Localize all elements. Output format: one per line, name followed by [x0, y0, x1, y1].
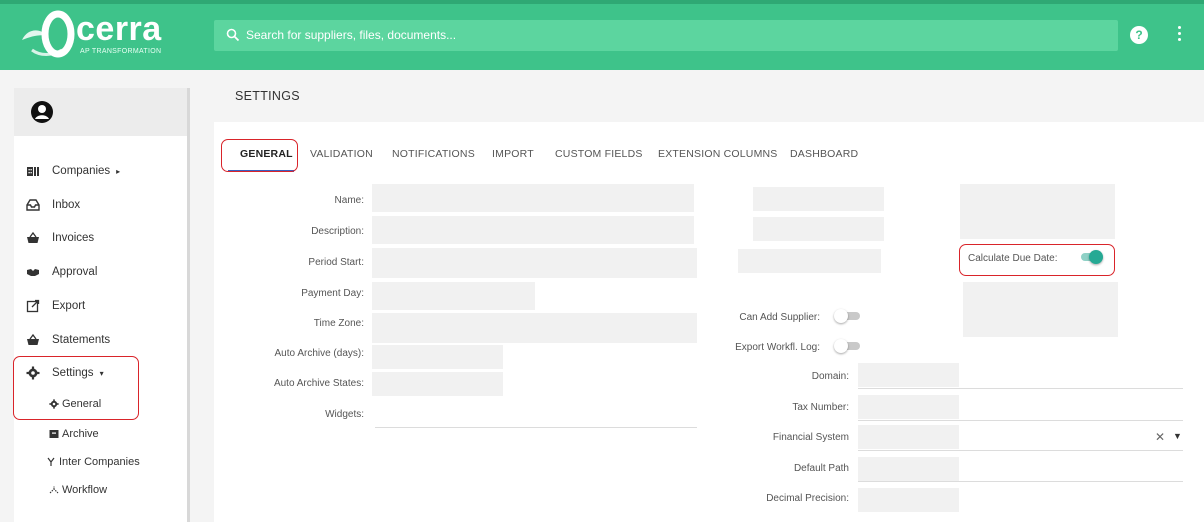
tab-import[interactable]: IMPORT — [492, 148, 534, 160]
handshake-icon — [27, 269, 39, 276]
avatar-icon — [31, 101, 53, 123]
sidebar-item-statements[interactable]: Statements — [26, 330, 110, 350]
top-bar-stripe — [0, 0, 1204, 4]
financial-system-select[interactable] — [858, 425, 959, 449]
auto-archive-states-label: Auto Archive States: — [273, 378, 364, 389]
highlight-tab-general — [221, 139, 298, 172]
sidebar-subitem-label: Workflow — [62, 484, 108, 496]
payment-day-label: Payment Day: — [301, 288, 364, 299]
more-vert-icon[interactable] — [1176, 26, 1182, 44]
auto-archive-states-field[interactable] — [372, 372, 503, 396]
financial-system-underline — [858, 450, 1183, 451]
sidebar-item-label: Statements — [52, 334, 111, 346]
default-path-label: Default Path — [793, 463, 849, 474]
inbox-icon — [26, 199, 40, 211]
sidebar-item-label: Companies — [52, 165, 111, 177]
user-profile[interactable] — [14, 88, 187, 136]
name-field[interactable] — [372, 184, 694, 212]
logo-tagline: AP TRANSFORMATION — [80, 48, 162, 55]
default-path-underline — [858, 481, 1183, 482]
sidebar-item-label: Inbox — [52, 199, 81, 211]
sidebar-item-label: Approval — [52, 266, 98, 278]
logo-mark-icon — [22, 10, 75, 58]
building-icon — [27, 167, 39, 176]
basket-icon — [27, 231, 39, 243]
sidebar-subitem-label: Archive — [62, 428, 99, 440]
sidebar-subitem-workflow[interactable]: Workflow — [49, 484, 107, 496]
workflow-icon — [49, 486, 59, 494]
default-path-field[interactable] — [858, 457, 959, 481]
decimal-precision-label: Decimal Precision: — [766, 493, 849, 504]
blank-field[interactable] — [738, 249, 881, 273]
blank-field[interactable] — [753, 217, 884, 241]
sidebar-item-invoices[interactable]: Invoices — [26, 228, 94, 248]
auto-archive-days-label: Auto Archive (days): — [274, 348, 364, 359]
page-title: SETTINGS — [235, 89, 300, 103]
tax-number-label: Tax Number: — [792, 402, 849, 413]
widgets-label: Widgets: — [325, 409, 364, 420]
sidebar-item-label: Invoices — [52, 232, 95, 244]
logo-text: cerra — [76, 10, 162, 48]
blank-field[interactable] — [960, 184, 1115, 239]
name-label: Name: — [334, 195, 364, 206]
tab-dashboard[interactable]: DASHBOARD — [790, 148, 858, 160]
highlight-settings-general — [13, 356, 139, 420]
period-start-label: Period Start: — [308, 257, 364, 268]
clear-icon[interactable]: ✕ — [1155, 430, 1165, 444]
branch-icon — [47, 457, 55, 466]
search-icon — [226, 28, 240, 42]
sidebar-subitem-inter-companies[interactable]: Inter Companies — [46, 456, 140, 468]
can-add-supplier-toggle[interactable] — [834, 309, 860, 323]
export-icon — [26, 299, 40, 313]
description-field[interactable] — [372, 216, 694, 244]
financial-system-label: Financial System — [772, 432, 849, 443]
tab-custom-fields[interactable]: CUSTOM FIELDS — [555, 148, 643, 160]
tab-extension-columns[interactable]: EXTENSION COLUMNS — [658, 148, 778, 160]
sidebar-item-inbox[interactable]: Inbox — [26, 195, 80, 215]
decimal-precision-field[interactable] — [858, 488, 959, 512]
time-zone-field[interactable] — [372, 313, 697, 343]
can-add-supplier-label: Can Add Supplier: — [739, 312, 820, 323]
period-start-field[interactable] — [372, 248, 697, 278]
blank-field[interactable] — [963, 282, 1118, 337]
tab-validation[interactable]: VALIDATION — [310, 148, 373, 160]
search-input[interactable]: Search for suppliers, files, documents..… — [214, 20, 1118, 51]
archive-icon — [49, 430, 59, 438]
top-bar: cerra AP TRANSFORMATION Search for suppl… — [0, 0, 1204, 70]
search-placeholder: Search for suppliers, files, documents..… — [246, 28, 457, 42]
domain-label: Domain: — [811, 371, 849, 382]
domain-field[interactable] — [858, 363, 959, 387]
time-zone-label: Time Zone: — [313, 318, 364, 329]
chevron-right-icon: ▸ — [116, 166, 121, 176]
sidebar-subitem-archive[interactable]: Archive — [49, 428, 99, 440]
help-icon[interactable]: ? — [1130, 26, 1148, 44]
highlight-calculate-due-date — [959, 244, 1115, 276]
description-label: Description: — [311, 226, 364, 237]
payment-day-field[interactable] — [372, 282, 535, 310]
auto-archive-days-field[interactable] — [372, 345, 503, 369]
export-workfl-log-toggle[interactable] — [834, 339, 860, 353]
app-logo[interactable]: cerra AP TRANSFORMATION — [18, 10, 178, 62]
tax-number-field[interactable] — [858, 395, 959, 419]
tab-notifications[interactable]: NOTIFICATIONS — [392, 148, 475, 160]
dropdown-arrow-icon[interactable]: ▼ — [1173, 431, 1182, 441]
basket-icon — [27, 333, 39, 345]
export-workfl-log-label: Export Workfl. Log: — [735, 342, 820, 353]
sidebar-item-companies[interactable]: Companies ▸ — [26, 161, 120, 181]
domain-underline — [858, 388, 1183, 389]
tax-number-underline — [858, 420, 1183, 421]
sidebar-item-export[interactable]: Export — [26, 296, 85, 316]
widgets-field[interactable] — [375, 427, 697, 428]
blank-field[interactable] — [753, 187, 884, 211]
sidebar-item-label: Export — [52, 300, 86, 312]
sidebar-subitem-label: Inter Companies — [59, 456, 140, 468]
sidebar-item-approval[interactable]: Approval — [26, 262, 97, 282]
